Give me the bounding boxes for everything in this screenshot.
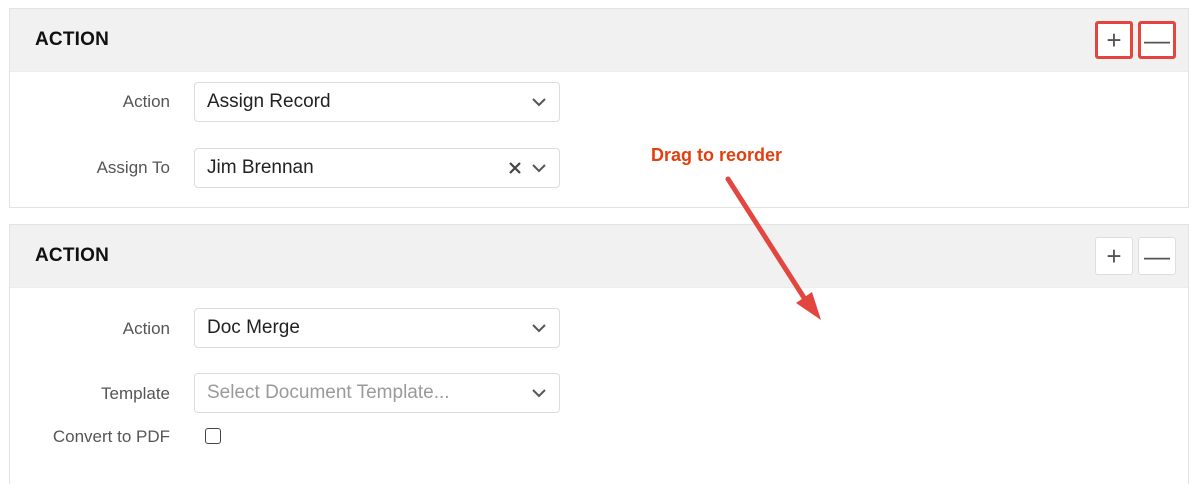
assign-to-value: Jim Brennan	[207, 157, 314, 178]
remove-action-button[interactable]: —	[1138, 237, 1176, 275]
panel-title: ACTION	[35, 245, 110, 266]
action-row: Action Assign Record	[10, 82, 1188, 146]
action-panel-2: ACTION + — Action Doc Merge Template Sel…	[9, 224, 1189, 484]
action-select[interactable]: Doc Merge	[194, 308, 560, 348]
action-panel-1: ACTION + — Action Assign Record Assign T…	[9, 8, 1189, 208]
template-placeholder: Select Document Template...	[207, 382, 450, 403]
convert-to-pdf-checkbox[interactable]	[205, 428, 221, 444]
panel-header-buttons: + —	[1095, 21, 1176, 59]
assign-to-label: Assign To	[96, 158, 170, 177]
template-select[interactable]: Select Document Template...	[194, 373, 560, 413]
chevron-down-icon[interactable]	[531, 320, 547, 336]
template-label: Template	[101, 384, 170, 403]
action-label: Action	[122, 319, 170, 338]
chevron-down-icon[interactable]	[531, 94, 547, 110]
add-action-button[interactable]: +	[1095, 21, 1133, 59]
action-select-value: Assign Record	[207, 91, 331, 112]
template-row: Template Select Document Template...	[10, 372, 1188, 436]
panel-header-buttons: + —	[1095, 237, 1176, 275]
action-label: Action	[122, 92, 170, 111]
chevron-down-icon[interactable]	[531, 385, 547, 401]
action-panel-header[interactable]: ACTION + —	[10, 9, 1188, 72]
remove-action-button[interactable]: —	[1138, 21, 1176, 59]
panel-title: ACTION	[35, 29, 110, 50]
action-row: Action Doc Merge	[10, 308, 1188, 372]
arrow-icon	[725, 176, 821, 320]
convert-to-pdf-label: Convert to PDF	[52, 427, 170, 446]
convert-to-pdf-row: Convert to PDF	[10, 427, 1188, 500]
add-action-button[interactable]: +	[1095, 237, 1133, 275]
assign-to-select[interactable]: Jim Brennan	[194, 148, 560, 188]
drag-to-reorder-annotation: Drag to reorder	[651, 145, 783, 165]
clear-icon[interactable]	[505, 158, 525, 178]
action-select-value: Doc Merge	[207, 317, 300, 338]
action-select[interactable]: Assign Record	[194, 82, 560, 122]
chevron-down-icon[interactable]	[531, 160, 547, 176]
assign-to-row: Assign To Jim Brennan	[10, 146, 1188, 210]
action-panel-header[interactable]: ACTION + —	[10, 225, 1188, 288]
